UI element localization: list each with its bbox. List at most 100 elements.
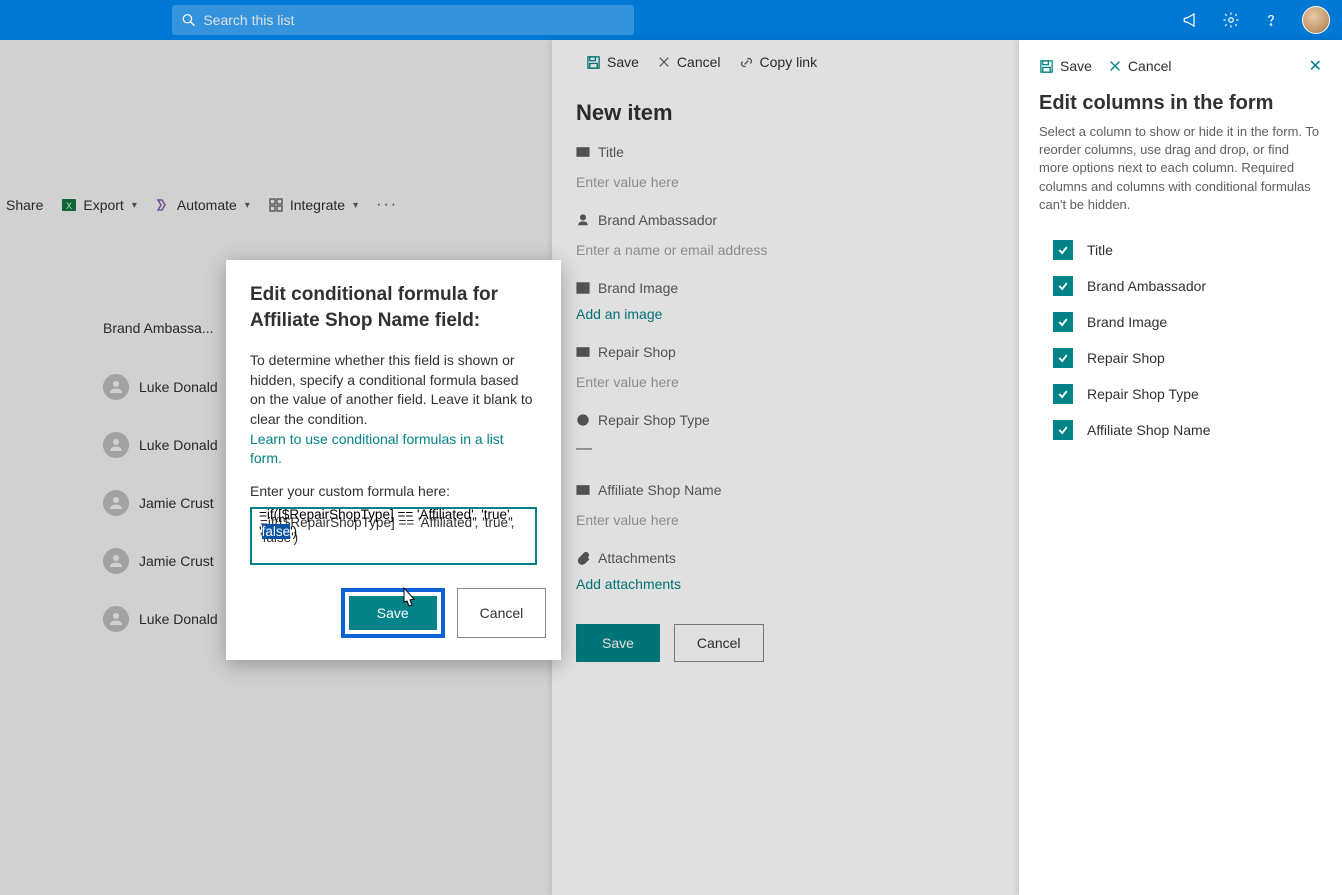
chevron-down-icon: ▾ — [245, 200, 250, 211]
column-label: Brand Image — [1087, 314, 1167, 330]
modal-help-link[interactable]: Learn to use conditional formulas in a l… — [250, 430, 537, 469]
integrate-button[interactable]: Integrate▾ — [268, 197, 358, 213]
rp-title: Edit columns in the form — [1039, 92, 1322, 115]
field-label: Attachments — [598, 550, 676, 566]
new-item-panel: Save Cancel Copy link New item Title Bra… — [552, 40, 1019, 895]
person-name: Jamie Crust — [139, 495, 214, 511]
field-label: Affiliate Shop Name — [598, 482, 721, 498]
flow-icon — [155, 197, 171, 213]
field-ambassador: Brand Ambassador — [552, 204, 1019, 272]
person-icon — [576, 213, 590, 227]
command-bar: Share X Export▾ Automate▾ Integrate▾ ··· — [6, 196, 398, 214]
excel-icon: X — [61, 197, 77, 213]
share-button[interactable]: Share — [6, 197, 43, 213]
field-repair-shop-type: Repair Shop Type — — [552, 404, 1019, 474]
repair-shop-input[interactable] — [576, 366, 995, 400]
field-label: Brand Ambassador — [598, 212, 717, 228]
edit-columns-panel: Save Cancel ✕ Edit columns in the form S… — [1019, 40, 1342, 895]
chevron-down-icon: ▾ — [353, 200, 358, 211]
person-icon — [103, 374, 129, 400]
field-label: Repair Shop — [598, 344, 676, 360]
column-toggle-image[interactable]: Brand Image — [1039, 304, 1322, 340]
column-toggle-shop-type[interactable]: Repair Shop Type — [1039, 376, 1322, 412]
panel-copylink-button[interactable]: Copy link — [739, 54, 818, 70]
person-name: Luke Donald — [139, 437, 218, 453]
field-attachments: Attachments Add attachments — [552, 542, 1019, 606]
column-label: Affiliate Shop Name — [1087, 422, 1210, 438]
checkbox-checked-icon — [1053, 276, 1073, 296]
person-icon — [103, 548, 129, 574]
panel-title: New item — [552, 78, 1019, 136]
affiliate-shop-input[interactable] — [576, 504, 995, 538]
top-bar — [0, 0, 1342, 40]
text-icon — [576, 483, 590, 497]
field-repair-shop: Repair Shop — [552, 336, 1019, 404]
search-input[interactable] — [203, 12, 624, 28]
checkbox-checked-icon — [1053, 348, 1073, 368]
panel-save-button[interactable]: Save — [586, 54, 639, 70]
automate-button[interactable]: Automate▾ — [155, 197, 250, 213]
text-icon — [576, 345, 590, 359]
image-icon — [576, 281, 590, 295]
title-input[interactable] — [576, 166, 995, 200]
close-icon[interactable]: ✕ — [1309, 56, 1322, 76]
form-save-button[interactable]: Save — [576, 624, 660, 662]
chevron-down-icon: ▾ — [132, 200, 137, 211]
text-icon — [576, 145, 590, 159]
field-affiliate-shop-name: Affiliate Shop Name — [552, 474, 1019, 542]
rp-columns-list: Title Brand Ambassador Brand Image Repai… — [1039, 232, 1322, 448]
rp-save-button[interactable]: Save — [1039, 58, 1092, 74]
column-toggle-title[interactable]: Title — [1039, 232, 1322, 268]
field-brand-image: Brand Image Add an image — [552, 272, 1019, 336]
column-label: Repair Shop Type — [1087, 386, 1199, 402]
add-attachments-link[interactable]: Add attachments — [576, 572, 681, 602]
more-button[interactable]: ··· — [376, 196, 398, 214]
megaphone-icon[interactable] — [1182, 11, 1200, 29]
user-avatar[interactable] — [1302, 6, 1330, 34]
column-toggle-ambassador[interactable]: Brand Ambassador — [1039, 268, 1322, 304]
save-highlight: Save — [341, 588, 445, 638]
ambassador-input[interactable] — [576, 234, 995, 268]
person-icon — [103, 432, 129, 458]
gear-icon[interactable] — [1222, 11, 1240, 29]
checkbox-checked-icon — [1053, 420, 1073, 440]
form-cancel-button[interactable]: Cancel — [674, 624, 764, 662]
repair-shop-type-value[interactable]: — — [576, 434, 995, 470]
column-toggle-shop[interactable]: Repair Shop — [1039, 340, 1322, 376]
person-icon — [103, 490, 129, 516]
rp-cancel-button[interactable]: Cancel — [1108, 58, 1172, 74]
column-toggle-affiliate[interactable]: Affiliate Shop Name — [1039, 412, 1322, 448]
modal-cancel-button[interactable]: Cancel — [457, 588, 547, 638]
modal-save-button[interactable]: Save — [349, 596, 437, 630]
modal-actions: Save Cancel — [350, 588, 537, 638]
conditional-formula-modal: Edit conditional formula for Affiliate S… — [226, 260, 561, 660]
person-name: Luke Donald — [139, 379, 218, 395]
search-icon — [182, 13, 195, 27]
person-icon — [103, 606, 129, 632]
modal-title: Edit conditional formula for Affiliate S… — [250, 282, 537, 333]
field-label: Repair Shop Type — [598, 412, 710, 428]
column-label: Repair Shop — [1087, 350, 1165, 366]
panel-actions: Save Cancel — [552, 606, 1019, 680]
person-name: Luke Donald — [139, 611, 218, 627]
choice-icon — [576, 413, 590, 427]
integrate-icon — [268, 197, 284, 213]
topbar-right — [1182, 6, 1330, 34]
formula-textarea[interactable]: =if([$RepairShopType] == 'Affiliated', '… — [250, 507, 537, 565]
person-name: Jamie Crust — [139, 553, 214, 569]
column-label: Title — [1087, 242, 1113, 258]
panel-cancel-button[interactable]: Cancel — [657, 54, 721, 70]
svg-text:X: X — [66, 201, 72, 211]
field-label: Brand Image — [598, 280, 678, 296]
help-icon[interactable] — [1262, 11, 1280, 29]
modal-description: To determine whether this field is shown… — [250, 351, 537, 429]
add-image-link[interactable]: Add an image — [576, 302, 662, 332]
export-button[interactable]: X Export▾ — [61, 197, 137, 213]
field-label: Title — [598, 144, 624, 160]
search-box[interactable] — [172, 5, 634, 35]
checkbox-checked-icon — [1053, 312, 1073, 332]
formula-input-label: Enter your custom formula here: — [250, 483, 537, 499]
column-label: Brand Ambassador — [1087, 278, 1206, 294]
checkbox-checked-icon — [1053, 240, 1073, 260]
checkbox-checked-icon — [1053, 384, 1073, 404]
